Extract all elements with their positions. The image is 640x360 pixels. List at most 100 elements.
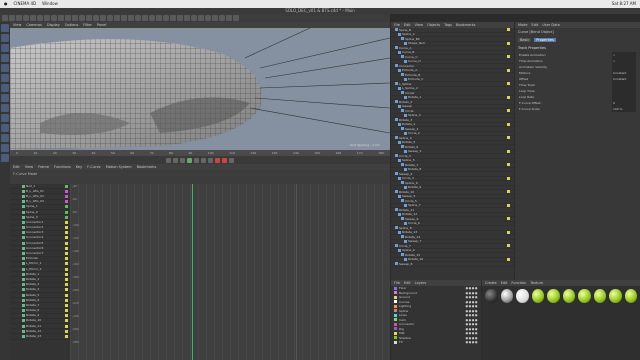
material-swatch[interactable] [593,289,606,303]
mode-tool-icon[interactable] [1,84,9,92]
toolbar-tool-icon[interactable] [93,15,99,21]
object-tag-icon[interactable] [507,118,510,121]
object-tag-icon[interactable] [507,230,510,234]
3d-viewport[interactable]: View Cameras Display Options Filter Panel Gri… [10,22,390,150]
mode-tool-icon[interactable] [1,154,9,162]
toolbar-tool-icon[interactable] [9,15,15,21]
mode-tool-icon[interactable] [1,104,9,112]
object-tag-icon[interactable] [507,51,510,54]
material-menu-texture[interactable]: Texture [530,280,543,286]
mode-tool-icon[interactable] [1,94,9,102]
toolbar-tool-icon[interactable] [107,15,113,21]
mode-tool-icon[interactable] [1,114,9,122]
toolbar-tool-icon[interactable] [2,15,8,21]
material-swatch[interactable] [609,289,622,303]
object-tag-icon[interactable] [507,176,510,180]
object-tag-icon[interactable] [507,199,510,202]
toolbar-tool-icon[interactable] [205,15,211,21]
toolbar-tool-icon[interactable] [16,15,22,21]
record-button[interactable] [215,158,220,163]
mode-tool-icon[interactable] [1,64,9,72]
object-row[interactable]: Sweep_8 [391,262,514,267]
object-tag-icon[interactable] [507,203,510,207]
toolbar-tool-icon[interactable] [100,15,106,21]
object-tag-icon[interactable] [507,64,510,67]
mode-tool-icon[interactable] [1,74,9,82]
material-swatch[interactable] [578,289,591,303]
object-tag-icon[interactable] [507,55,510,59]
toolbar-tool-icon[interactable] [170,15,176,21]
toolbar-tool-icon[interactable] [65,15,71,21]
object-tag-icon[interactable] [507,257,510,261]
object-tag-icon[interactable] [507,226,510,229]
object-tag-icon[interactable] [507,149,510,153]
toolbar-tool-icon[interactable] [114,15,120,21]
material-swatch[interactable] [485,289,498,303]
play-button[interactable] [187,158,192,163]
object-menu-tags[interactable]: Tags [444,22,452,28]
toolbar-tool-icon[interactable] [233,15,239,21]
object-tag-icon[interactable] [507,186,510,189]
object-tag-icon[interactable] [507,132,510,135]
object-tag-icon[interactable] [507,244,510,248]
object-tag-icon[interactable] [507,141,510,144]
attribute-menu-edit[interactable]: Edit [532,22,539,28]
object-tag-icon[interactable] [507,33,510,36]
toolbar-tool-icon[interactable] [128,15,134,21]
object-tag-icon[interactable] [507,82,510,86]
object-tag-icon[interactable] [507,100,510,103]
app-menu[interactable]: CINEMA 4D [14,0,37,8]
object-tag-icon[interactable] [507,105,510,108]
layer-toggle-icons[interactable]: ●●●● [466,340,478,345]
object-tag-icon[interactable] [507,68,510,72]
object-tag-icon[interactable] [507,95,510,99]
object-menu-objects[interactable]: Objects [427,22,440,28]
material-swatch[interactable] [547,289,560,303]
material-swatch[interactable] [624,289,637,303]
attribute-menu-mode[interactable]: Mode [518,22,528,28]
object-tag-icon[interactable] [507,190,510,194]
fcurve-graph[interactable]: -40 -60 -80 -100 -120 -140 -160 -180 -200 -220 -24… [70,184,390,360]
keyframe-selection-button[interactable] [229,158,234,163]
toolbar-tool-icon[interactable] [191,15,197,21]
object-tag-icon[interactable] [507,235,510,238]
mode-tool-icon[interactable] [1,124,9,132]
object-tag-icon[interactable] [507,78,510,81]
attribute-tab-basic[interactable]: Basic [518,38,532,42]
next-key-button[interactable] [201,158,206,163]
prev-frame-button[interactable] [180,158,185,163]
toolbar-tool-icon[interactable] [198,15,204,21]
object-tag-icon[interactable] [507,114,510,117]
toolbar-tool-icon[interactable] [44,15,50,21]
toolbar-tool-icon[interactable] [149,15,155,21]
mode-tool-icon[interactable] [1,134,9,142]
toolbar-tool-icon[interactable] [142,15,148,21]
toolbar-tool-icon[interactable] [72,15,78,21]
toolbar-tool-icon[interactable] [163,15,169,21]
object-tag-icon[interactable] [507,217,510,221]
toolbar-tool-icon[interactable] [121,15,127,21]
object-tag-icon[interactable] [507,195,510,198]
object-tag-icon[interactable] [507,145,510,148]
toolbar-tool-icon[interactable] [212,15,218,21]
object-tag-icon[interactable] [507,262,510,265]
object-tag-icon[interactable] [507,127,510,130]
object-tag-icon[interactable] [507,154,510,157]
material-menu-function[interactable]: Function [511,280,526,286]
object-tag-icon[interactable] [507,172,510,175]
toolbar-tool-icon[interactable] [30,15,36,21]
material-swatch[interactable] [500,289,513,303]
toolbar-tool-icon[interactable] [37,15,43,21]
go-start-button[interactable] [166,158,171,163]
mode-tool-icon[interactable] [1,54,9,62]
object-tag-icon[interactable] [507,168,510,171]
frame-ruler[interactable]: 0 10 20 30 40 50 60 70 80 90 100 110 120 130 140 150 160… [10,150,390,156]
window-menu[interactable]: Window [42,0,58,8]
object-tag-icon[interactable] [507,73,510,76]
toolbar-tool-icon[interactable] [58,15,64,21]
toolbar-tool-icon[interactable] [219,15,225,21]
mode-tool-icon[interactable] [1,144,9,152]
mode-tool-icon[interactable] [1,24,9,32]
material-swatch[interactable] [562,289,575,303]
toolbar-tool-icon[interactable] [86,15,92,21]
